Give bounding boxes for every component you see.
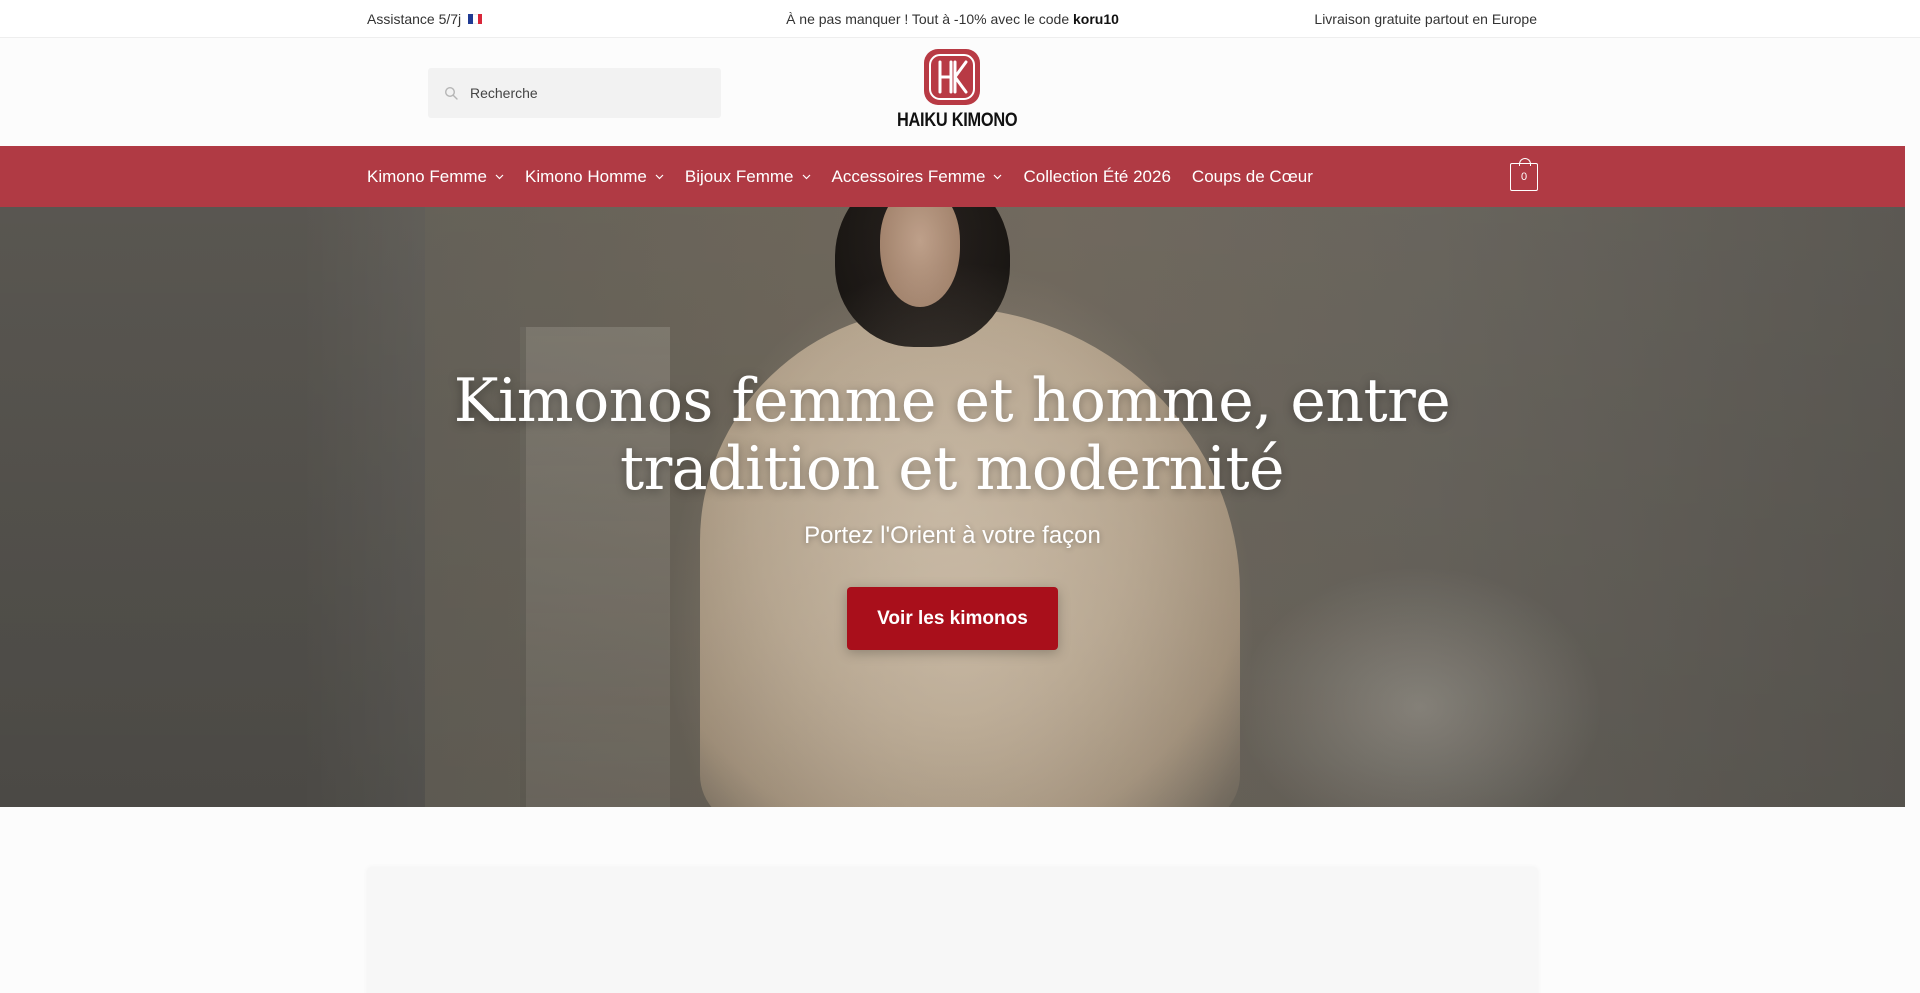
promo-text: À ne pas manquer ! Tout à -10% avec le c…	[786, 11, 1073, 27]
nav-item-label: Collection Été 2026	[1023, 166, 1171, 186]
cart-icon[interactable]: 0	[1510, 158, 1538, 191]
search-icon	[444, 86, 458, 100]
hero-subtitle: Portez l'Orient à votre façon	[804, 522, 1101, 549]
search-input[interactable]	[470, 85, 690, 101]
nav-item-label: Coups de Cœur	[1191, 166, 1313, 186]
nav-item-bijoux-femme[interactable]: Bijoux Femme	[685, 167, 811, 187]
view-kimonos-button[interactable]: Voir les kimonos	[847, 587, 1058, 650]
brand-name: HAIKU KIMONO	[896, 110, 1018, 131]
hero-title: Kimonos femme et homme, entre tradition …	[453, 366, 1451, 504]
main-navigation: Kimono Femme Kimono Homme Bijoux Femme A…	[0, 146, 1905, 207]
logo-monogram: HK	[952, 106, 954, 108]
chevron-down-icon	[802, 174, 810, 179]
hero-content: Kimonos femme et homme, entre tradition …	[0, 207, 1905, 807]
hero-banner: Kimonos femme et homme, entre tradition …	[0, 207, 1905, 807]
nav-item-coups-de-coeur[interactable]: Coups de Cœur	[1192, 167, 1313, 187]
nav-item-kimono-homme[interactable]: Kimono Homme	[525, 167, 664, 187]
nav-item-label: Kimono Femme	[367, 166, 487, 186]
cart-count: 0	[1520, 171, 1528, 183]
chevron-down-icon	[994, 174, 1002, 179]
nav-item-label: Kimono Homme	[524, 166, 647, 186]
nav-item-collection-ete[interactable]: Collection Été 2026	[1023, 167, 1170, 187]
site-logo[interactable]: HK HAIKU KIMONO	[888, 46, 1018, 142]
site-header: HK HAIKU KIMONO	[0, 38, 1905, 146]
nav-item-accessoires-femme[interactable]: Accessoires Femme	[832, 167, 1003, 187]
shipping-info: Livraison gratuite partout en Europe	[1314, 11, 1537, 27]
chevron-down-icon	[495, 174, 504, 179]
content-section	[367, 867, 1538, 993]
promo-code: koru10	[1073, 11, 1119, 27]
nav-item-label: Accessoires Femme	[831, 166, 986, 186]
search-box[interactable]	[428, 68, 721, 118]
chevron-down-icon	[655, 174, 664, 179]
nav-item-label: Bijoux Femme	[684, 166, 794, 186]
nav-item-kimono-femme[interactable]: Kimono Femme	[367, 167, 504, 187]
announcement-bar: Assistance 5/7j À ne pas manquer ! Tout …	[0, 0, 1920, 38]
promo-message: À ne pas manquer ! Tout à -10% avec le c…	[0, 11, 1905, 27]
logo-mark: HK	[924, 49, 980, 108]
